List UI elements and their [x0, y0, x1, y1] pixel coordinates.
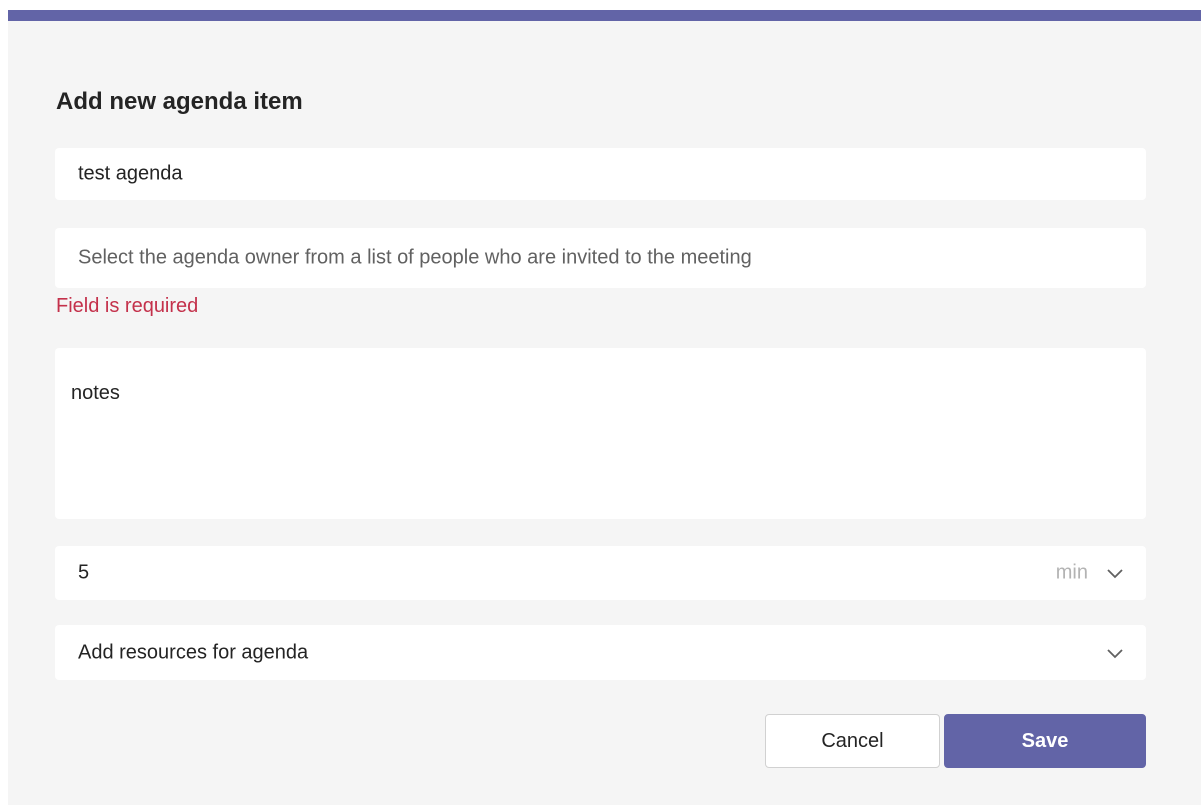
- duration-value: 5: [78, 561, 90, 584]
- agenda-notes-textarea[interactable]: notes: [55, 348, 1146, 519]
- add-resources-dropdown[interactable]: Add resources for agenda: [55, 625, 1146, 680]
- cancel-button[interactable]: Cancel: [765, 714, 940, 768]
- dialog-title: Add new agenda item: [56, 88, 303, 115]
- agenda-notes-value: notes: [71, 382, 120, 404]
- duration-select[interactable]: 5 min: [55, 546, 1146, 600]
- agenda-name-value: test agenda: [78, 162, 183, 185]
- agenda-name-input[interactable]: test agenda: [55, 148, 1146, 200]
- agenda-owner-placeholder: Select the agenda owner from a list of p…: [78, 246, 752, 269]
- agenda-owner-picker[interactable]: Select the agenda owner from a list of p…: [55, 228, 1146, 288]
- chevron-down-icon[interactable]: [1106, 647, 1124, 659]
- duration-unit: min: [1055, 561, 1088, 584]
- chevron-down-icon[interactable]: [1106, 567, 1124, 579]
- add-resources-label: Add resources for agenda: [78, 641, 309, 663]
- save-button[interactable]: Save: [944, 714, 1146, 768]
- owner-required-error: Field is required: [56, 295, 199, 317]
- add-agenda-dialog: Add new agenda item test agenda Select t…: [8, 10, 1201, 805]
